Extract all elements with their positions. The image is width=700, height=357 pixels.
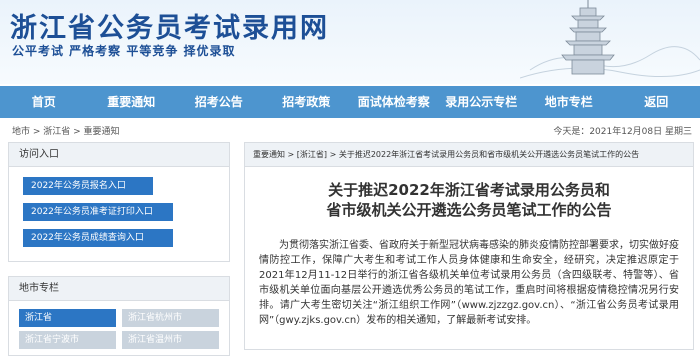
nav-interview[interactable]: 面试体检考察 bbox=[350, 86, 438, 118]
city-column-title: 地市专栏 bbox=[9, 277, 229, 301]
city-zhejiang[interactable]: 浙江省 bbox=[19, 309, 116, 327]
breadcrumb-bar: 地市 > 浙江省 > 重要通知 今天是：2021年12月08日 星期三 bbox=[0, 122, 700, 138]
nav-publicity[interactable]: 录用公示专栏 bbox=[438, 86, 526, 118]
site-header: 浙江省公务员考试录用网 公平考试 严格考察 平等竞争 择优录取 bbox=[0, 0, 700, 84]
nav-home[interactable]: 首页 bbox=[0, 86, 88, 118]
main-navigation: 首页 重要通知 招考公告 招考政策 面试体检考察 录用公示专栏 地市专栏 返回 bbox=[0, 86, 700, 118]
article-body: 为贯彻落实浙江省委、省政府关于新型冠状病毒感染的肺炎疫情防控部署要求，切实做好疫… bbox=[259, 238, 679, 328]
article-title: 关于推迟2022年浙江省考试录用公务员和 省市级机关公开遴选公务员笔试工作的公告 bbox=[245, 180, 693, 220]
current-date: 今天是：2021年12月08日 星期三 bbox=[553, 124, 692, 137]
city-column-box: 地市专栏 浙江省 浙江省杭州市 浙江省宁波市 浙江省温州市 bbox=[8, 276, 230, 356]
score-query-link[interactable]: 2022年公务员成绩查询入口 bbox=[23, 229, 173, 247]
nav-notices[interactable]: 重要通知 bbox=[88, 86, 176, 118]
nav-announcements[interactable]: 招考公告 bbox=[175, 86, 263, 118]
registration-link[interactable]: 2022年公务员报名入口 bbox=[23, 177, 153, 195]
nav-back[interactable]: 返回 bbox=[613, 86, 700, 118]
site-title[interactable]: 浙江省公务员考试录用网 bbox=[10, 6, 329, 45]
city-ningbo[interactable]: 浙江省宁波市 bbox=[19, 331, 116, 349]
article-title-line1: 关于推迟2022年浙江省考试录用公务员和 bbox=[245, 180, 693, 200]
city-wenzhou[interactable]: 浙江省温州市 bbox=[122, 331, 219, 349]
admission-ticket-link[interactable]: 2022年公务员准考证打印入口 bbox=[23, 203, 173, 221]
pagoda-illustration bbox=[520, 0, 700, 84]
nav-policies[interactable]: 招考政策 bbox=[263, 86, 351, 118]
access-entry-title: 访问入口 bbox=[9, 143, 229, 167]
breadcrumb[interactable]: 地市 > 浙江省 > 重要通知 bbox=[12, 124, 120, 137]
article-breadcrumb[interactable]: 重要通知 > [浙江省] > 关于推迟2022年浙江省考试录用公务员和省市级机关… bbox=[245, 143, 693, 167]
nav-cities[interactable]: 地市专栏 bbox=[525, 86, 613, 118]
site-slogan: 公平考试 严格考察 平等竞争 择优录取 bbox=[12, 42, 236, 59]
access-entry-box: 访问入口 2022年公务员报名入口 2022年公务员准考证打印入口 2022年公… bbox=[8, 142, 230, 262]
sidebar: 访问入口 2022年公务员报名入口 2022年公务员准考证打印入口 2022年公… bbox=[8, 142, 230, 350]
city-hangzhou[interactable]: 浙江省杭州市 bbox=[122, 309, 219, 327]
article-title-line2: 省市级机关公开遴选公务员笔试工作的公告 bbox=[245, 200, 693, 220]
article-panel: 重要通知 > [浙江省] > 关于推迟2022年浙江省考试录用公务员和省市级机关… bbox=[244, 142, 694, 350]
